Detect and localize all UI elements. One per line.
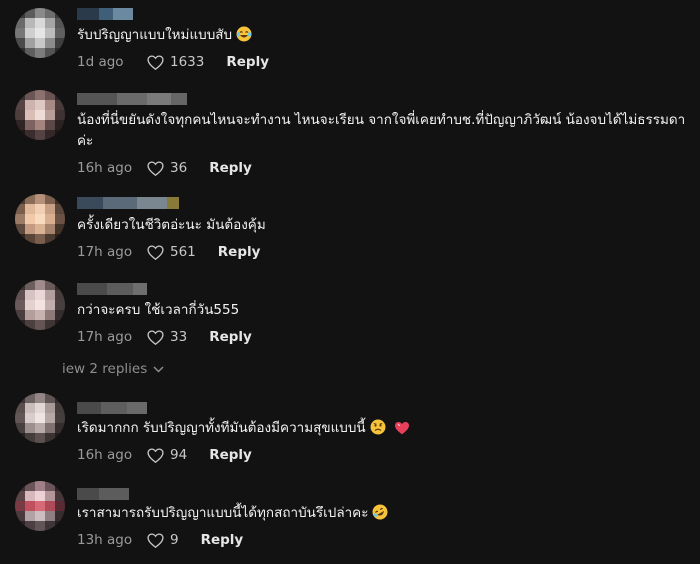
worried-face-emoji	[370, 419, 386, 442]
comment-text: เราสามารถรับปริญญาแบบนี้ได้ทุกสถาบันรึเป…	[77, 503, 689, 527]
view-replies-button[interactable]: iew 2 replies	[62, 361, 164, 377]
comment-text: น้องที่นี่ขยันดังใจทุกคนไหนจะทำงาน ไหนจะ…	[77, 112, 686, 149]
heart-outline-icon	[147, 329, 164, 345]
username-blurred[interactable]	[77, 93, 187, 105]
heart-emoji	[394, 421, 410, 442]
comment-timestamp: 1d ago	[77, 54, 124, 70]
comment-text: รับปริญญาแบบใหม่แบบสับ	[77, 25, 689, 49]
username-blurred[interactable]	[77, 488, 129, 500]
like-button[interactable]: 36	[147, 160, 187, 176]
rofl-emoji	[372, 504, 388, 527]
comment-timestamp: 17h ago	[77, 244, 133, 260]
username-blurred[interactable]	[77, 8, 133, 20]
comment-text: กว่าจะครบ ใช้เวลากี่วัน555	[77, 302, 240, 318]
reply-button[interactable]: Reply	[218, 244, 261, 260]
reply-button[interactable]: Reply	[201, 532, 244, 548]
comment-text: ครั้งเดียวในชีวิตอ่ะนะ มันต้องคุ้ม	[77, 217, 266, 233]
like-count: 36	[170, 160, 188, 176]
reply-button[interactable]: Reply	[226, 54, 269, 70]
heart-outline-icon	[147, 160, 164, 176]
avatar[interactable]	[15, 481, 65, 531]
view-replies-label: iew 2 replies	[62, 361, 148, 377]
like-count: 1633	[170, 54, 205, 70]
like-button[interactable]: 33	[147, 329, 187, 345]
like-button[interactable]: 94	[147, 447, 187, 463]
laughing-tears-emoji	[236, 26, 252, 49]
like-count: 94	[170, 447, 188, 463]
avatar[interactable]	[15, 280, 65, 330]
heart-outline-icon	[147, 532, 164, 548]
reply-button[interactable]: Reply	[209, 447, 252, 463]
comment-timestamp: 16h ago	[77, 447, 133, 463]
avatar[interactable]	[15, 90, 65, 140]
like-button[interactable]: 1633	[147, 54, 204, 70]
avatar[interactable]	[15, 393, 65, 443]
comment-timestamp: 16h ago	[77, 160, 133, 176]
like-button[interactable]: 561	[147, 244, 196, 260]
like-count: 561	[170, 244, 196, 260]
avatar[interactable]	[15, 194, 65, 244]
username-blurred[interactable]	[77, 197, 179, 209]
comment-timestamp: 17h ago	[77, 329, 133, 345]
reply-button[interactable]: Reply	[209, 160, 252, 176]
like-count: 9	[170, 532, 179, 548]
like-button[interactable]: 9	[147, 532, 179, 548]
chevron-down-icon	[153, 365, 164, 373]
heart-outline-icon	[147, 244, 164, 260]
username-blurred[interactable]	[77, 402, 147, 414]
heart-outline-icon	[147, 54, 164, 70]
username-blurred[interactable]	[77, 283, 147, 295]
heart-outline-icon	[147, 447, 164, 463]
avatar[interactable]	[15, 8, 65, 58]
comment-text: เริดมากกก รับปริญญาทั้งทีมันต้องมีความสุ…	[77, 418, 689, 442]
comment-timestamp: 13h ago	[77, 532, 133, 548]
like-count: 33	[170, 329, 188, 345]
reply-button[interactable]: Reply	[209, 329, 252, 345]
